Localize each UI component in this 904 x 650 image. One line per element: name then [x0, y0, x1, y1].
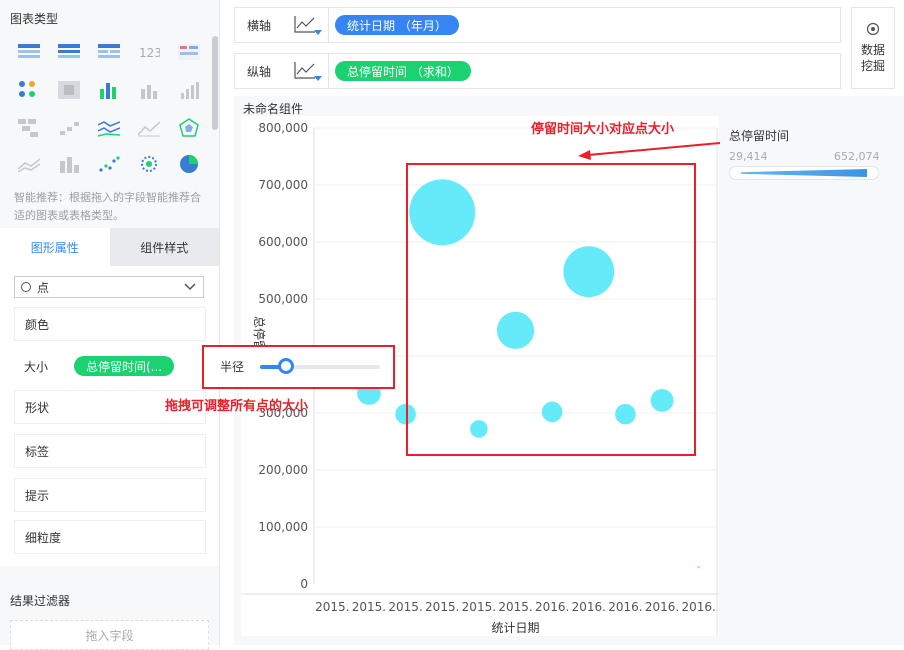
bar-rank-icon[interactable]: [176, 79, 202, 101]
cross-table-icon[interactable]: [96, 41, 122, 63]
stacked-column-icon[interactable]: [96, 79, 122, 101]
area-line-icon[interactable]: [136, 117, 162, 139]
x-axis-title: 统计日期: [491, 621, 539, 635]
x-tick-label: 2016.: [645, 600, 679, 614]
bubble-point[interactable]: [697, 566, 700, 569]
smart-recommend-hint: 智能推荐：根据拖入的字段智能推荐合适的图表或表格类型。: [14, 191, 201, 222]
annotation-drag-resize: 拖拽可调整所有点的大小: [165, 399, 309, 414]
y-axis-field-pill[interactable]: 总停留时间 （求和）: [335, 61, 471, 81]
radar-icon[interactable]: [176, 117, 202, 139]
multi-line-icon[interactable]: [96, 117, 122, 139]
x-tick-label: 2015.: [315, 600, 349, 614]
x-tick-label: 2015.: [498, 600, 532, 614]
y-tick-label: 600,000: [258, 235, 308, 249]
chart-types-title: 图表类型: [10, 12, 59, 26]
x-tick-label: 2016.: [535, 600, 569, 614]
pie-chart-icon[interactable]: [176, 153, 202, 175]
svg-text:123: 123: [139, 46, 160, 60]
result-filter-title: 结果过滤器: [10, 594, 71, 608]
data-mining-button[interactable]: 数据挖掘: [851, 7, 895, 89]
matrix-block-icon[interactable]: [16, 117, 42, 139]
property-tabs: 图形属性 组件样式: [0, 228, 219, 266]
y-axis-bar: 纵轴 总停留时间 （求和）: [234, 53, 841, 89]
x-tick-labels: 2015. 2015. 2015. 2015. 2015. 2015. 2016. 2016.…: [315, 600, 716, 614]
data-mining-label: 数据挖掘: [860, 43, 885, 73]
component-title: 未命名组件: [243, 102, 304, 116]
x-tick-label: 2016.: [608, 600, 642, 614]
annotation-size-mapping: 停留时间大小对应点大小: [531, 122, 675, 137]
tab-component-style[interactable]: 组件样式: [109, 228, 219, 266]
x-axis-chart-type-toggle[interactable]: [281, 7, 329, 43]
prop-size-label: 大小: [24, 359, 49, 374]
x-axis-bar: 横轴 统计日期 （年月）: [234, 7, 841, 43]
y-axis-label: 纵轴: [247, 64, 272, 79]
mark-type-value: 点: [37, 280, 50, 295]
mining-icon: [866, 22, 880, 40]
table-icon[interactable]: [16, 41, 42, 63]
left-panel: 图表类型 123 智能推荐：根据拖入的字段智能推荐合适的图表或表格类型。 图形属…: [0, 0, 220, 650]
y-tick-label: 500,000: [258, 292, 308, 306]
size-legend-min: 29,414: [729, 150, 768, 163]
prop-shape-label: 形状: [25, 400, 50, 415]
x-tick-label: 2016.: [682, 600, 716, 614]
prop-label-label: 标签: [25, 444, 50, 459]
line-chart-icon: [293, 61, 316, 82]
dot-matrix-icon[interactable]: [16, 79, 42, 101]
prop-color[interactable]: 颜色: [14, 307, 206, 341]
step-bar-icon[interactable]: [56, 117, 82, 139]
bar-compare-icon[interactable]: [56, 153, 82, 175]
prop-granularity-label: 细粒度: [25, 530, 62, 545]
dropdown-triangle-icon: [314, 30, 322, 35]
prop-granularity[interactable]: 细粒度: [14, 520, 206, 554]
x-tick-label: 2015.: [425, 600, 459, 614]
y-tick-label: 700,000: [258, 178, 308, 192]
x-axis-field-pill[interactable]: 统计日期 （年月）: [335, 15, 459, 35]
highlight-box-slider: [202, 345, 395, 389]
x-axis-label: 横轴: [247, 18, 272, 33]
tab-graphic-properties[interactable]: 图形属性: [0, 228, 110, 266]
filter-drop-placeholder: 拖入字段: [85, 628, 134, 643]
bubble-cluster-icon[interactable]: [136, 153, 162, 175]
size-legend-bar[interactable]: [729, 166, 879, 180]
size-legend-max: 652,074: [834, 150, 880, 163]
circle-icon: [21, 282, 31, 292]
scatter-icon[interactable]: [96, 153, 122, 175]
heatmap-icon[interactable]: [56, 79, 82, 101]
y-tick-label: 200,000: [258, 463, 308, 477]
prop-tooltip[interactable]: 提示: [14, 478, 206, 512]
group-table-icon[interactable]: [56, 41, 82, 63]
prop-label[interactable]: 标签: [14, 434, 206, 468]
annotation-arrow: [578, 142, 721, 160]
trend-line-icon[interactable]: [16, 153, 42, 175]
line-chart-icon: [293, 15, 316, 36]
filter-drop-zone[interactable]: 拖入字段: [10, 620, 209, 650]
column-chart-icon[interactable]: [136, 79, 162, 101]
y-tick-label: 800,000: [258, 121, 308, 135]
size-field-pill[interactable]: 总停留时间(...: [74, 356, 175, 376]
prop-color-label: 颜色: [25, 317, 50, 332]
mark-type-select[interactable]: 点: [14, 276, 204, 298]
x-tick-label: 2015.: [352, 600, 386, 614]
y-axis-chart-type-toggle[interactable]: [281, 53, 329, 89]
prop-tooltip-label: 提示: [25, 488, 50, 503]
kpi-number-icon[interactable]: 123: [136, 41, 162, 63]
x-tick-label: 2016.: [572, 600, 606, 614]
x-tick-label: 2015.: [462, 600, 496, 614]
x-tick-label: 2015.: [388, 600, 422, 614]
kpi-table-icon[interactable]: [176, 41, 202, 63]
y-tick-label: 0: [300, 577, 308, 591]
highlight-box-bubbles: [406, 163, 696, 456]
dropdown-triangle-icon: [314, 76, 322, 81]
size-legend-title: 总停留时间: [729, 129, 790, 143]
prop-size[interactable]: 大小 总停留时间(...: [14, 349, 206, 383]
y-tick-label: 100,000: [258, 520, 308, 534]
chart-types-scrollbar[interactable]: [212, 36, 218, 130]
chevron-down-icon: [183, 280, 197, 297]
